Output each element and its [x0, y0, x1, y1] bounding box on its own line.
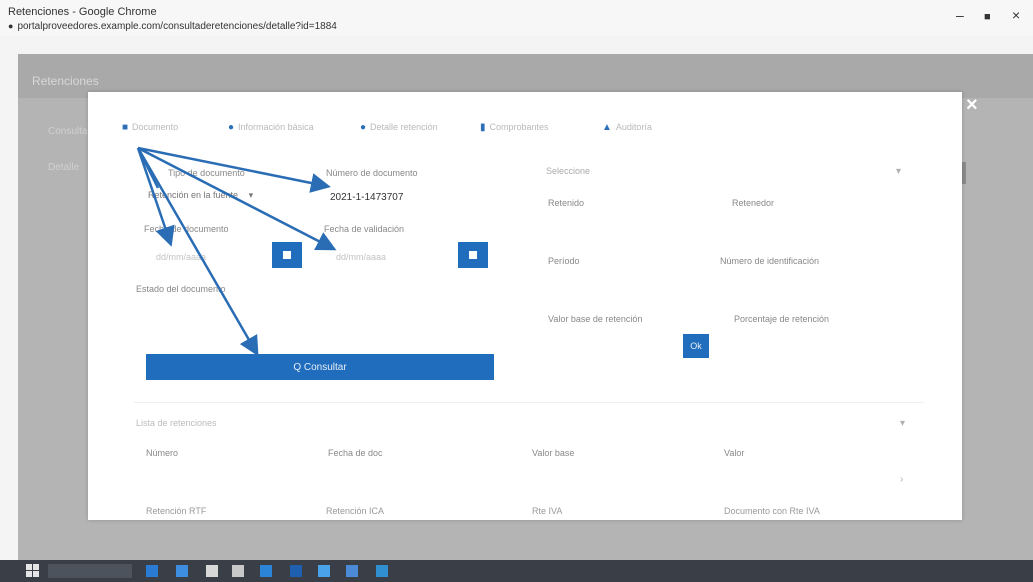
info-icon: ● [228, 122, 235, 133]
valor-base-label: Valor base de retención [548, 314, 643, 324]
periodo-label: Período [548, 256, 580, 266]
tipo-documento-label: Tipo de documento [168, 168, 245, 178]
taskbar-search[interactable] [48, 564, 132, 578]
column-header: Fecha de doc [328, 448, 383, 458]
close-window-button[interactable]: × [1012, 8, 1020, 22]
background-side-item: Detalle [48, 162, 80, 173]
tipo-documento-select[interactable]: Retención en la fuente ▾ [148, 190, 253, 201]
filter-select[interactable]: Seleccione [546, 166, 590, 176]
tab-label: Auditoría [615, 122, 652, 132]
table-cell: Documento con Rte IVA [724, 506, 820, 516]
table-cell: Rte IVA [532, 506, 563, 516]
chevron-down-icon[interactable]: ▾ [900, 418, 905, 429]
page-title: Retenciones [32, 74, 99, 88]
column-header: Valor base [532, 448, 575, 458]
calendar-button[interactable] [458, 242, 488, 268]
ok-button[interactable]: Ok [683, 334, 709, 358]
tab-label: Detalle retención [370, 122, 438, 132]
maximize-button[interactable]: ■ [984, 10, 991, 24]
tab-documento[interactable]: ■ Documento [122, 122, 178, 133]
minimize-button[interactable]: – [956, 8, 964, 22]
tab-label: Información básica [238, 122, 314, 132]
fecha-documento-input[interactable]: dd/mm/aaaa [156, 252, 206, 262]
chevron-right-icon[interactable]: › [900, 474, 903, 485]
retenedor-label: Retenedor [732, 198, 775, 208]
receipt-icon: ▮ [480, 122, 486, 133]
document-icon: ■ [122, 122, 129, 133]
divider [134, 402, 924, 403]
fecha-documento-label: Fecha de documento [144, 224, 229, 234]
chevron-down-icon: ▾ [248, 190, 254, 200]
fecha-validacion-input[interactable]: dd/mm/aaaa [336, 252, 386, 262]
calendar-button[interactable] [272, 242, 302, 268]
identificacion-label: Número de identificación [720, 256, 820, 266]
tab-comprobantes[interactable]: ▮ Comprobantes [480, 122, 549, 133]
taskbar [0, 560, 1033, 582]
chevron-down-icon[interactable]: ▾ [896, 166, 901, 177]
user-icon: ▲ [602, 122, 612, 133]
tab-label: Comprobantes [489, 122, 549, 132]
lock-icon: ● [8, 21, 14, 31]
windows-start-icon[interactable] [26, 564, 40, 578]
column-header: Valor [724, 448, 745, 458]
section-label: Lista de retenciones [136, 418, 217, 428]
outlook-icon[interactable] [318, 565, 330, 577]
tab-label: Documento [132, 122, 179, 132]
numero-documento-field[interactable]: 2021-1-1473707 [330, 192, 403, 203]
porcentaje-label: Porcentaje de retención [734, 314, 830, 324]
chrome-icon[interactable] [346, 565, 358, 577]
numero-documento-label: Número de documento [326, 168, 418, 178]
column-header: Número [146, 448, 179, 458]
tipo-documento-value: Retención en la fuente [148, 190, 239, 200]
search-button[interactable]: Q Consultar [146, 354, 494, 380]
detail-icon: ● [360, 122, 367, 133]
window-title: Retenciones - Google Chrome [8, 6, 157, 18]
estado-documento-label: Estado del documento [136, 284, 226, 294]
background-side-item: Consultas [48, 126, 93, 137]
edge-icon[interactable] [260, 565, 272, 577]
mail-icon[interactable] [206, 565, 218, 577]
word-icon[interactable] [290, 565, 302, 577]
fecha-validacion-label: Fecha de validación [324, 224, 405, 234]
table-cell: Retención RTF [146, 506, 207, 516]
tab-detalle[interactable]: ● Detalle retención [360, 122, 438, 133]
tab-auditoria[interactable]: ▲ Auditoría [602, 122, 652, 133]
explorer-icon[interactable] [176, 565, 188, 577]
url-text: portalproveedores.example.com/consultade… [17, 21, 337, 32]
browser-titlebar: Retenciones - Google Chrome ● portalprove… [0, 0, 1033, 36]
modal-close-button[interactable]: × [966, 94, 978, 117]
address-bar[interactable]: ● portalproveedores.example.com/consultad… [8, 21, 337, 32]
store-icon[interactable] [232, 565, 244, 577]
detail-modal: ■ Documento ● Información básica ● Detalle … [88, 92, 962, 520]
app-icon[interactable] [376, 565, 388, 577]
tab-informacion[interactable]: ● Información básica [228, 122, 314, 133]
retenido-label: Retenido [548, 198, 585, 208]
taskview-icon[interactable] [146, 565, 158, 577]
table-cell: Retención ICA [326, 506, 385, 516]
